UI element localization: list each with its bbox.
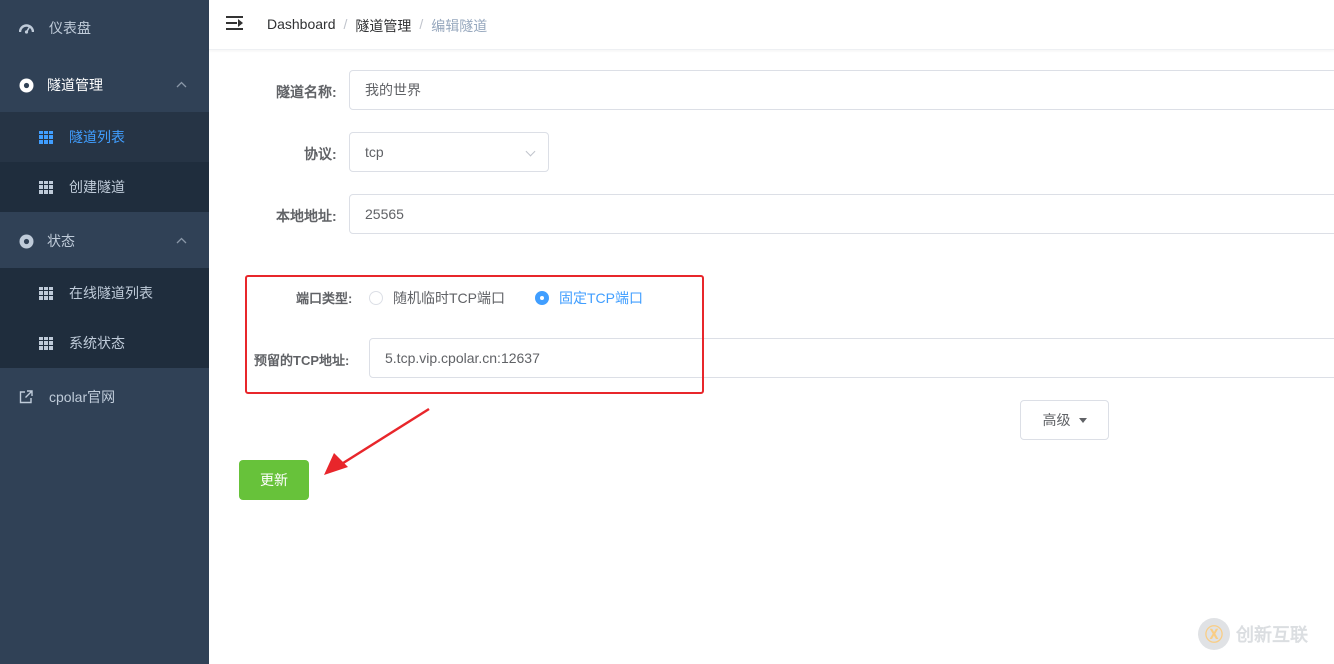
watermark-logo-icon: Ⓧ bbox=[1198, 618, 1230, 650]
sidebar-item-label: 创建隧道 bbox=[69, 179, 125, 195]
reserved-tcp-value: 5.tcp.vip.cpolar.cn:12637 bbox=[385, 350, 540, 366]
tunnel-name-value: 我的世界 bbox=[365, 82, 421, 98]
breadcrumb: Dashboard / 隧道管理 / 编辑隧道 bbox=[267, 16, 487, 36]
grid-icon bbox=[39, 336, 53, 350]
breadcrumb-current: 编辑隧道 bbox=[431, 18, 488, 34]
tunnel-name-label: 隧道名称: bbox=[276, 84, 337, 100]
port-type-label: 端口类型: bbox=[296, 291, 353, 306]
caret-down-icon bbox=[1078, 417, 1087, 423]
radio-label: 随机临时TCP端口 bbox=[393, 290, 505, 306]
chevron-up-icon bbox=[176, 79, 187, 91]
sidebar: 仪表盘 隧道管理 隧道列表 创建隧道 状态 在线隧道列表 系统状态 cpolar… bbox=[0, 0, 209, 664]
sidebar-item-dashboard[interactable]: 仪表盘 bbox=[0, 0, 209, 56]
sidebar-item-create-tunnel[interactable]: 创建隧道 bbox=[0, 162, 209, 212]
protocol-value: tcp bbox=[365, 144, 384, 160]
sidebar-item-label: cpolar官网 bbox=[49, 389, 116, 405]
watermark: Ⓧ 创新互联 bbox=[1198, 614, 1328, 654]
submenu-tunnel: 隧道列表 创建隧道 bbox=[0, 112, 209, 212]
sidebar-item-online-tunnels[interactable]: 在线隧道列表 bbox=[0, 268, 209, 318]
breadcrumb-separator: / bbox=[419, 16, 424, 32]
local-address-input[interactable]: 25565 bbox=[349, 194, 1334, 234]
radio-random-tcp-port[interactable]: 随机临时TCP端口 bbox=[369, 288, 505, 308]
breadcrumb-tunnel-management[interactable]: 隧道管理 bbox=[355, 16, 411, 36]
tunnel-name-input[interactable]: 我的世界 bbox=[349, 70, 1334, 110]
dashboard-gauge-icon bbox=[18, 20, 34, 36]
update-label: 更新 bbox=[260, 472, 288, 488]
advanced-label: 高级 bbox=[1042, 412, 1071, 428]
hamburger-menu-icon[interactable] bbox=[226, 16, 243, 30]
radio-fixed-tcp-port[interactable]: 固定TCP端口 bbox=[535, 288, 643, 308]
external-link-icon bbox=[18, 389, 34, 405]
sidebar-item-label: 系统状态 bbox=[69, 335, 125, 351]
watermark-text: 创新互联 bbox=[1236, 625, 1308, 645]
radio-checked-icon bbox=[535, 291, 549, 305]
radio-label: 固定TCP端口 bbox=[559, 290, 643, 306]
grid-icon bbox=[39, 286, 53, 300]
submenu-status: 在线隧道列表 系统状态 bbox=[0, 268, 209, 368]
grid-icon bbox=[39, 180, 53, 194]
local-address-label: 本地地址: bbox=[276, 208, 337, 224]
reserved-tcp-input[interactable]: 5.tcp.vip.cpolar.cn:12637 bbox=[369, 338, 1334, 378]
protocol-label: 协议: bbox=[304, 146, 337, 162]
top-navbar: Dashboard / 隧道管理 / 编辑隧道 bbox=[209, 0, 1334, 50]
grid-icon bbox=[39, 130, 53, 144]
sidebar-group-label: 状态 bbox=[47, 233, 75, 249]
local-address-value: 25565 bbox=[365, 206, 404, 222]
breadcrumb-dashboard[interactable]: Dashboard bbox=[267, 16, 336, 36]
sidebar-item-label: 隧道列表 bbox=[69, 129, 125, 145]
chevron-down-icon bbox=[525, 146, 536, 157]
sidebar-group-status[interactable]: 状态 bbox=[0, 213, 209, 269]
reserved-tcp-label: 预留的TCP地址: bbox=[254, 353, 350, 368]
update-button[interactable]: 更新 bbox=[239, 460, 309, 500]
sidebar-item-label: 在线隧道列表 bbox=[69, 285, 153, 301]
chevron-up-icon bbox=[176, 235, 187, 247]
breadcrumb-separator: / bbox=[343, 16, 348, 32]
sidebar-group-label: 隧道管理 bbox=[47, 77, 103, 93]
protocol-select[interactable]: tcp bbox=[349, 132, 549, 172]
sidebar-item-label: 仪表盘 bbox=[49, 20, 91, 36]
disc-icon bbox=[18, 233, 34, 249]
sidebar-item-system-status[interactable]: 系统状态 bbox=[0, 318, 209, 368]
disc-icon bbox=[18, 77, 34, 93]
sidebar-group-tunnel-management[interactable]: 隧道管理 bbox=[0, 57, 209, 113]
advanced-dropdown-button[interactable]: 高级 bbox=[1020, 400, 1109, 440]
annotation-arrow-icon bbox=[324, 407, 430, 475]
sidebar-item-cpolar-site[interactable]: cpolar官网 bbox=[0, 369, 209, 425]
sidebar-item-tunnel-list[interactable]: 隧道列表 bbox=[0, 112, 209, 162]
radio-circle-icon bbox=[369, 291, 383, 305]
